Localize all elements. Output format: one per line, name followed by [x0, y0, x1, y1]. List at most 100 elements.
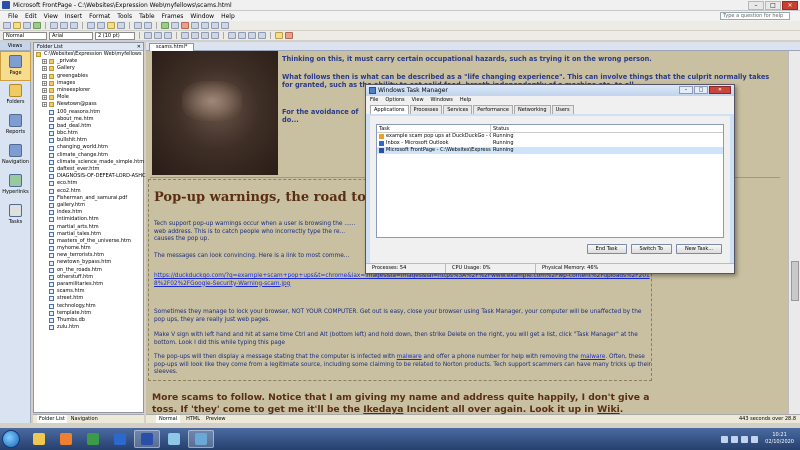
new-page-icon[interactable]	[3, 22, 11, 29]
publish-icon[interactable]	[33, 22, 41, 29]
insert-table-icon[interactable]	[161, 22, 169, 29]
taskbar-chrome-button[interactable]	[80, 430, 106, 448]
tab-scams-html[interactable]: scams.html*	[149, 43, 195, 51]
help-icon[interactable]	[221, 22, 229, 29]
align-center-icon[interactable]	[191, 32, 199, 39]
view-tasks[interactable]: Tasks	[0, 201, 31, 231]
tm-menu-help[interactable]: Help	[460, 96, 471, 105]
file-item[interactable]: myhome.htm	[34, 245, 143, 252]
tab-performance[interactable]: Performance	[473, 105, 513, 114]
taskbar-paint-button[interactable]	[161, 430, 187, 448]
expand-icon[interactable]: +	[42, 73, 47, 79]
wiki-link[interactable]: Wiki	[597, 404, 620, 414]
folder-item[interactable]: + _private	[34, 58, 143, 65]
expand-icon[interactable]: +	[42, 95, 47, 101]
file-item[interactable]: zulu.htm	[34, 324, 143, 331]
decrease-indent-icon[interactable]	[248, 32, 256, 39]
file-item[interactable]: climate_change.htm	[34, 152, 143, 159]
cut-icon[interactable]	[87, 22, 95, 29]
view-hyperlinks[interactable]: Hyperlinks	[0, 171, 31, 201]
file-item[interactable]: street.htm	[34, 295, 143, 302]
start-button[interactable]	[2, 430, 20, 448]
folder-item[interactable]: + mineexplorer	[34, 87, 143, 94]
tab-navigation[interactable]: Navigation	[71, 415, 98, 423]
tm-close-button[interactable]: ✕	[709, 86, 731, 94]
file-item[interactable]: martial_tales.htm	[34, 231, 143, 238]
view-reports[interactable]: Reports	[0, 111, 31, 141]
folder-item[interactable]: + images	[34, 80, 143, 87]
network-icon[interactable]	[731, 435, 739, 443]
view-navigation[interactable]: Navigation	[0, 141, 31, 171]
tab-applications[interactable]: Applications	[370, 105, 409, 114]
file-item[interactable]: bad_deal.htm	[34, 123, 143, 130]
file-item[interactable]: eco.htm	[34, 180, 143, 187]
tm-maximize-button[interactable]: □	[694, 86, 708, 94]
menu-help[interactable]: Help	[221, 13, 235, 20]
tm-menu-options[interactable]: Options	[385, 96, 404, 105]
file-item[interactable]: otherstuff.htm	[34, 274, 143, 281]
scrollbar-thumb[interactable]	[791, 261, 799, 301]
file-item[interactable]: bullshit.htm	[34, 137, 143, 144]
task-row[interactable]: example scam pop ups at DuckDuckGo - Goo…	[377, 133, 723, 140]
bold-icon[interactable]	[144, 32, 152, 39]
flag-icon[interactable]	[751, 435, 759, 443]
open-folder-icon[interactable]	[13, 22, 21, 29]
file-item[interactable]: climate_science_made_simple.htm	[34, 159, 144, 166]
menu-frames[interactable]: Frames	[162, 13, 184, 20]
italic-icon[interactable]	[154, 32, 162, 39]
editor-scrollbar[interactable]	[788, 51, 800, 414]
menu-format[interactable]: Format	[89, 13, 110, 20]
malware-link[interactable]: malware	[397, 354, 422, 360]
format-painter-icon[interactable]	[117, 22, 125, 29]
tab-normal[interactable]: Normal	[156, 415, 181, 423]
file-item[interactable]: DIAGNOSIS-OF-DEFEAT-LORD-ASHCROFT...	[34, 173, 163, 180]
tm-minimize-button[interactable]: –	[679, 86, 693, 94]
menu-file[interactable]: File	[8, 13, 18, 20]
insert-picture-icon[interactable]	[171, 22, 179, 29]
expand-icon[interactable]: +	[42, 59, 47, 65]
file-item[interactable]: about_me.htm	[34, 116, 143, 123]
menu-window[interactable]: Window	[190, 13, 214, 20]
folder-root[interactable]: C:\Websites\Expression Web\myfellows	[34, 51, 143, 58]
file-item[interactable]: index.htm	[34, 209, 143, 216]
expand-icon[interactable]: +	[42, 88, 47, 94]
task-row[interactable]: Microsoft FrontPage - C:\Websites\Expres…	[377, 147, 723, 154]
tm-menu-view[interactable]: View	[412, 96, 424, 105]
tray-arrow-icon[interactable]	[721, 435, 729, 443]
view-page[interactable]: Page	[0, 51, 31, 81]
increase-indent-icon[interactable]	[258, 32, 266, 39]
ikedaya-link[interactable]: Ikedaya	[363, 404, 403, 414]
column-task[interactable]: Task	[377, 125, 491, 132]
taskbar-media-player-button[interactable]	[53, 430, 79, 448]
malware-link[interactable]: malware	[580, 354, 605, 360]
taskbar-task-manager-button[interactable]	[188, 430, 214, 448]
style-select[interactable]: Normal	[3, 31, 47, 40]
view-folders[interactable]: Folders	[0, 81, 31, 111]
tab-html[interactable]: HTML	[186, 415, 200, 423]
print-icon[interactable]	[50, 22, 58, 29]
close-panel-icon[interactable]: ✕	[137, 43, 141, 51]
font-color-icon[interactable]	[285, 32, 293, 39]
file-item[interactable]: scams.htm	[34, 288, 143, 295]
file-item[interactable]: 100_reasons.htm	[34, 109, 143, 116]
file-item[interactable]: intimidation.htm	[34, 216, 143, 223]
tab-preview[interactable]: Preview	[206, 415, 225, 423]
task-row[interactable]: Inbox - Microsoft Outlook Running	[377, 140, 723, 147]
taskbar-outlook-button[interactable]	[107, 430, 133, 448]
new-task-button[interactable]: New Task...	[675, 244, 722, 254]
file-item[interactable]: on_the_roads.htm	[34, 267, 143, 274]
maximize-button[interactable]: □	[765, 1, 781, 10]
menu-view[interactable]: View	[44, 13, 58, 20]
file-item[interactable]: gallery.htm	[34, 202, 143, 209]
numbered-list-icon[interactable]	[228, 32, 236, 39]
file-item[interactable]: masters_of_the_universe.htm	[34, 238, 143, 245]
save-icon[interactable]	[23, 22, 31, 29]
file-item[interactable]: template.htm	[34, 310, 143, 317]
task-manager-titlebar[interactable]: Windows Task Manager – □ ✕	[366, 85, 734, 96]
menu-insert[interactable]: Insert	[65, 13, 82, 20]
tab-processes[interactable]: Processes	[409, 105, 443, 114]
end-task-button[interactable]: End Task	[586, 244, 627, 254]
preview-icon[interactable]	[60, 22, 68, 29]
file-item[interactable]: Fisherman_and_samurai.pdf	[34, 195, 143, 202]
duckduckgo-link[interactable]: https://duckduckgo.com/?q=example+scam+p…	[154, 273, 650, 287]
